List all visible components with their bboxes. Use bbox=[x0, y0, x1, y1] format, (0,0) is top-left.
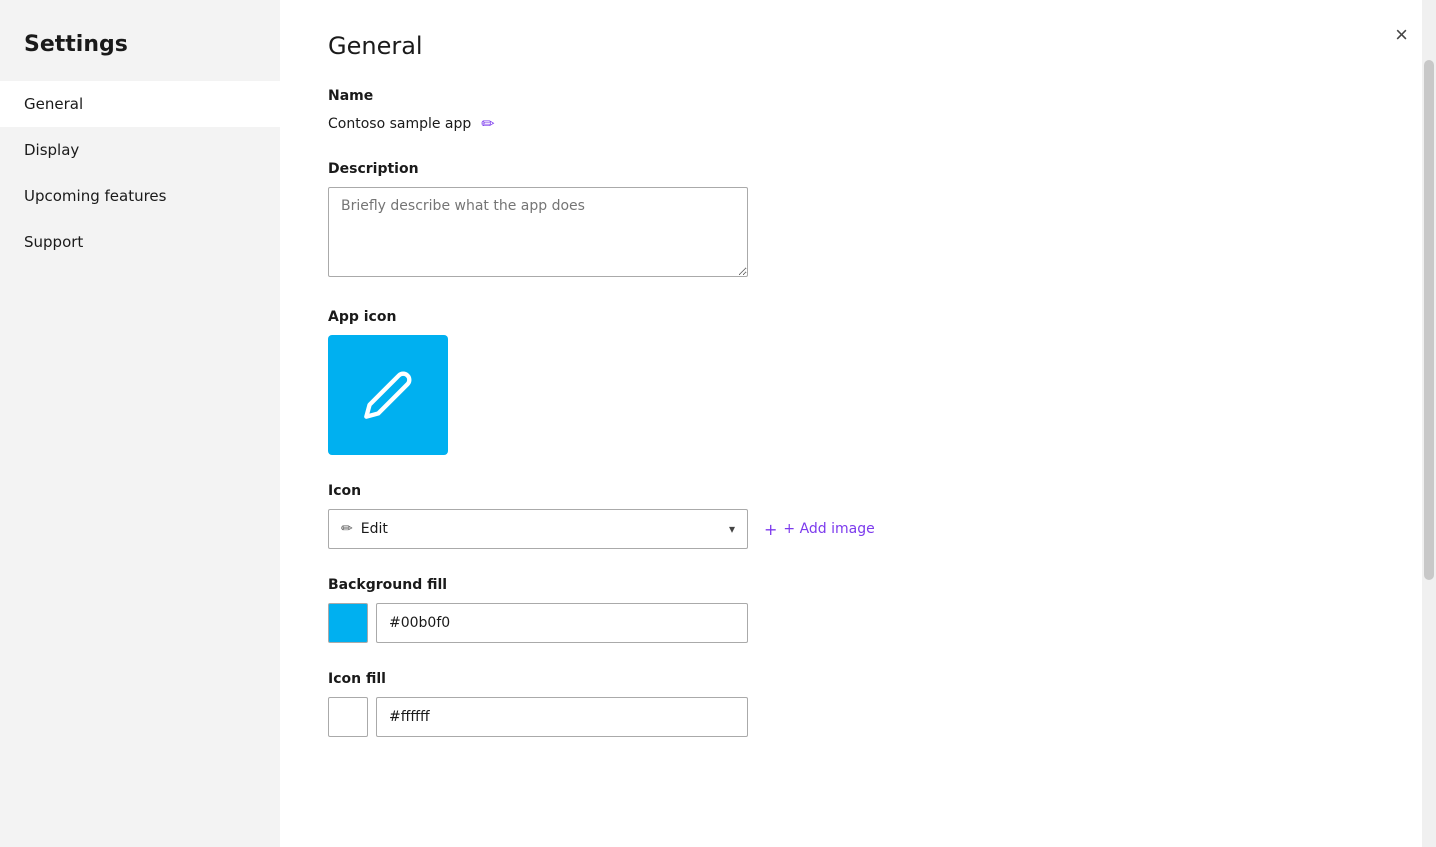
name-label: Name bbox=[328, 88, 1388, 104]
icon-section: Icon ✏ Edit ▾ + + Add image bbox=[328, 483, 1388, 549]
background-fill-section: Background fill bbox=[328, 577, 1388, 643]
icon-row: ✏ Edit ▾ + + Add image bbox=[328, 509, 1388, 549]
add-image-button[interactable]: + + Add image bbox=[764, 520, 875, 539]
description-label: Description bbox=[328, 161, 1388, 177]
plus-icon: + bbox=[764, 520, 777, 539]
icon-dropdown[interactable]: ✏ Edit ▾ bbox=[328, 509, 748, 549]
icon-fill-row bbox=[328, 697, 1388, 737]
sidebar-item-support[interactable]: Support bbox=[0, 219, 280, 265]
icon-fill-section: Icon fill bbox=[328, 671, 1388, 737]
background-fill-input[interactable] bbox=[376, 603, 748, 643]
main-content: × General Name Contoso sample app ✏ Desc… bbox=[280, 0, 1436, 847]
chevron-down-icon: ▾ bbox=[729, 522, 735, 536]
description-section: Description bbox=[328, 161, 1388, 281]
name-row: Contoso sample app ✏ bbox=[328, 114, 1388, 133]
name-section: Name Contoso sample app ✏ bbox=[328, 88, 1388, 133]
icon-fill-swatch[interactable] bbox=[328, 697, 368, 737]
add-image-label: + Add image bbox=[783, 521, 874, 537]
description-input[interactable] bbox=[328, 187, 748, 277]
dropdown-pencil-icon: ✏ bbox=[341, 521, 353, 537]
sidebar-item-display[interactable]: Display bbox=[0, 127, 280, 173]
app-icon-section: App icon bbox=[328, 309, 1388, 455]
sidebar-item-upcoming[interactable]: Upcoming features bbox=[0, 173, 280, 219]
scrollbar-thumb[interactable] bbox=[1424, 60, 1434, 580]
icon-dropdown-value: Edit bbox=[361, 521, 388, 537]
background-fill-label: Background fill bbox=[328, 577, 1388, 593]
app-icon-label: App icon bbox=[328, 309, 1388, 325]
icon-dropdown-left: ✏ Edit bbox=[341, 521, 388, 537]
background-fill-row bbox=[328, 603, 1388, 643]
settings-title: Settings bbox=[0, 16, 280, 81]
icon-label: Icon bbox=[328, 483, 1388, 499]
close-button[interactable]: × bbox=[1391, 20, 1412, 50]
background-color-swatch[interactable] bbox=[328, 603, 368, 643]
app-icon-preview bbox=[328, 335, 448, 455]
sidebar: Settings General Display Upcoming featur… bbox=[0, 0, 280, 847]
icon-fill-input[interactable] bbox=[376, 697, 748, 737]
icon-fill-label: Icon fill bbox=[328, 671, 1388, 687]
edit-name-icon[interactable]: ✏ bbox=[481, 114, 494, 133]
scrollbar-track bbox=[1422, 0, 1436, 847]
page-title: General bbox=[328, 32, 1388, 60]
pencil-icon bbox=[362, 369, 414, 421]
app-name-value: Contoso sample app bbox=[328, 116, 471, 132]
sidebar-nav: General Display Upcoming features Suppor… bbox=[0, 81, 280, 265]
sidebar-item-general[interactable]: General bbox=[0, 81, 280, 127]
